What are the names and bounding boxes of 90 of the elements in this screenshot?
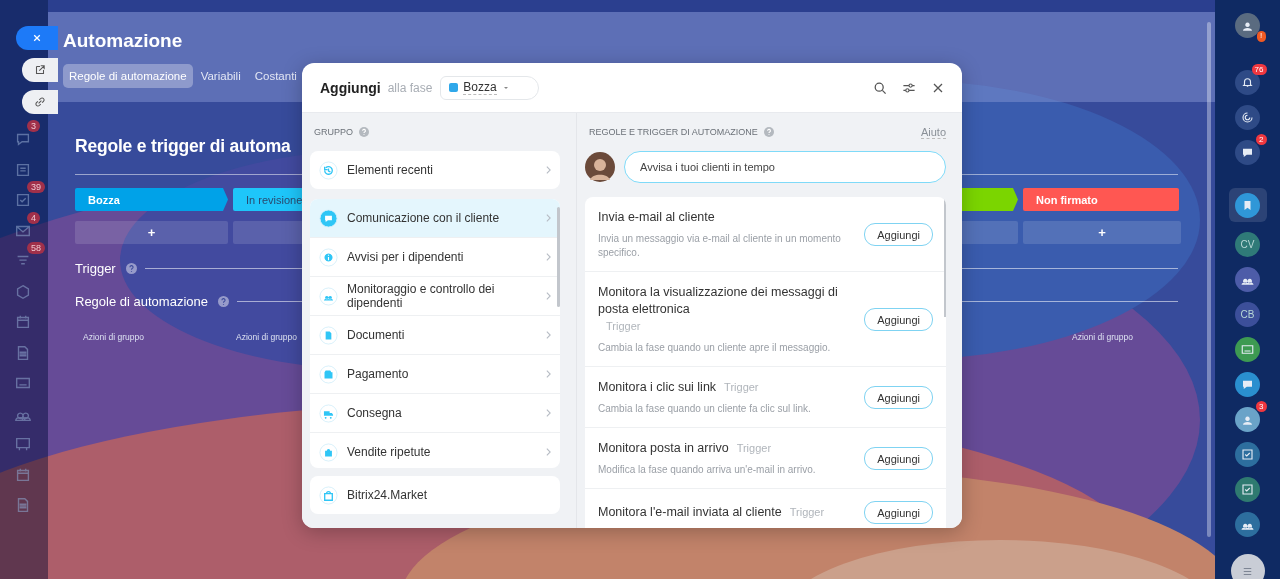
- counter-badge: 76: [1251, 64, 1267, 75]
- people-icon[interactable]: [1235, 511, 1260, 537]
- hexagon-icon[interactable]: [14, 282, 32, 301]
- open-window-button[interactable]: [22, 58, 58, 82]
- add-button[interactable]: Aggiungi: [864, 501, 933, 524]
- truck-icon: [319, 403, 338, 423]
- folder-icon: [319, 364, 338, 384]
- counter-badge: 2: [1256, 134, 1267, 145]
- document-icon: [319, 325, 338, 345]
- dialog-subtitle: alla fase: [387, 80, 433, 95]
- chevron-icon: [545, 369, 552, 379]
- spiral-icon[interactable]: [1235, 104, 1260, 130]
- chevron-icon: [545, 213, 552, 223]
- stage-dropdown[interactable]: Bozza: [440, 75, 539, 100]
- menu-icon[interactable]: [1230, 554, 1265, 579]
- counter-badge: !: [1256, 31, 1266, 42]
- checkbox-icon[interactable]: [1235, 476, 1260, 502]
- link-icon: [33, 95, 47, 109]
- open-window-icon: [33, 63, 47, 77]
- avatar-icon: [585, 152, 615, 182]
- initials-avatar[interactable]: CB: [1235, 301, 1260, 327]
- dialog-title: Aggiungi: [320, 79, 381, 96]
- chevron-icon: [545, 252, 552, 262]
- people-icon[interactable]: [1235, 266, 1260, 292]
- group-item[interactable]: Documenti: [310, 316, 560, 355]
- section-heading: Regole e trigger di automa: [75, 136, 292, 158]
- chevron-icon: [545, 330, 552, 340]
- checkbox-icon[interactable]: [14, 191, 32, 209]
- rules-heading: REGOLE E TRIGGER DI AUTOMAZIONE: [589, 127, 758, 137]
- chevron-icon: [545, 408, 552, 418]
- chat-icon[interactable]: [1235, 139, 1260, 165]
- close-button[interactable]: [16, 26, 58, 50]
- group-item[interactable]: Consegna: [310, 394, 560, 433]
- group-actions-link[interactable]: Azioni di gruppo: [236, 332, 297, 342]
- counter-badge: 39: [27, 181, 45, 193]
- group-item[interactable]: Vendite ripetute: [310, 433, 560, 468]
- add-button[interactable]: Aggiungi: [864, 447, 933, 470]
- copy-link-button[interactable]: [22, 90, 58, 114]
- bag-icon: [319, 442, 338, 462]
- rule-title: Monitora i clic sui link: [598, 379, 717, 396]
- add-button[interactable]: Aggiungi: [864, 223, 933, 246]
- rule-title: Invia e-mail al cliente: [598, 209, 715, 226]
- add-button[interactable]: +: [75, 221, 228, 244]
- history-icon: [319, 160, 338, 180]
- rule-description: Modifica la fase quando arriva un'e-mail in arrivo.: [598, 463, 817, 477]
- group-actions-link[interactable]: Azioni di gruppo: [83, 332, 144, 342]
- rule-title: Monitora posta in arrivo: [598, 440, 729, 457]
- group-heading: GRUPPO: [314, 127, 353, 137]
- add-button[interactable]: Aggiungi: [864, 308, 933, 331]
- avatar-icon[interactable]: [1235, 12, 1260, 38]
- board-icon[interactable]: [14, 435, 32, 453]
- recent-items[interactable]: Elementi recenti: [310, 151, 560, 189]
- rule-description: Cambia la fase quando un cliente apre il messaggio.: [598, 341, 832, 355]
- tab[interactable]: Costanti: [248, 64, 303, 88]
- rule-title: Monitora l'e-mail inviata al cliente: [598, 504, 782, 521]
- bookmark-icon[interactable]: [1235, 192, 1260, 218]
- avatar-icon[interactable]: [1235, 406, 1260, 432]
- add-button[interactable]: Aggiungi: [864, 386, 933, 409]
- bag-icon: [319, 485, 338, 505]
- rule-description: Cambia la fase quando un cliente fa clic sul link.: [598, 402, 812, 416]
- rule-description: Invia un messaggio via e-mail al cliente in un momento specifico.: [598, 232, 842, 260]
- help-icon[interactable]: [218, 296, 229, 307]
- group-item[interactable]: Comunicazione con il cliente: [310, 199, 560, 238]
- counter-badge: 58: [27, 242, 45, 254]
- speech-bubble: Avvisa i tuoi clienti in tempo: [624, 151, 946, 183]
- people-icon: [319, 286, 338, 306]
- help-icon[interactable]: [125, 263, 137, 274]
- checkbox-icon[interactable]: [1235, 441, 1260, 467]
- chat-icon: [319, 208, 338, 228]
- trigger-tag: Trigger: [724, 379, 759, 396]
- section-label: Trigger: [75, 261, 116, 276]
- trigger-tag: Trigger: [789, 504, 825, 521]
- counter-badge: 3: [1256, 401, 1267, 412]
- market-item[interactable]: Bitrix24.Market: [310, 476, 560, 514]
- card-icon[interactable]: [1235, 336, 1260, 362]
- chat-icon[interactable]: [1235, 371, 1260, 397]
- group-item[interactable]: Pagamento: [310, 355, 560, 394]
- page-title: Automazione: [63, 30, 184, 52]
- trigger-tag: Trigger: [606, 318, 641, 335]
- trigger-tag: Trigger: [736, 440, 772, 457]
- section-label: Regole di automazione: [75, 294, 208, 309]
- chevron-icon: [545, 165, 552, 175]
- chevron-icon: [545, 291, 552, 301]
- calendar-icon[interactable]: [14, 313, 32, 331]
- info-icon: [319, 247, 338, 267]
- tab[interactable]: Variabili: [194, 64, 247, 88]
- group-actions-link[interactable]: Azioni di gruppo: [1072, 332, 1133, 342]
- rule-title: Monitora la visualizzazione dei messaggi di posta elettronica: [598, 284, 839, 318]
- chevron-icon: [545, 447, 552, 457]
- add-button[interactable]: +: [1023, 221, 1181, 244]
